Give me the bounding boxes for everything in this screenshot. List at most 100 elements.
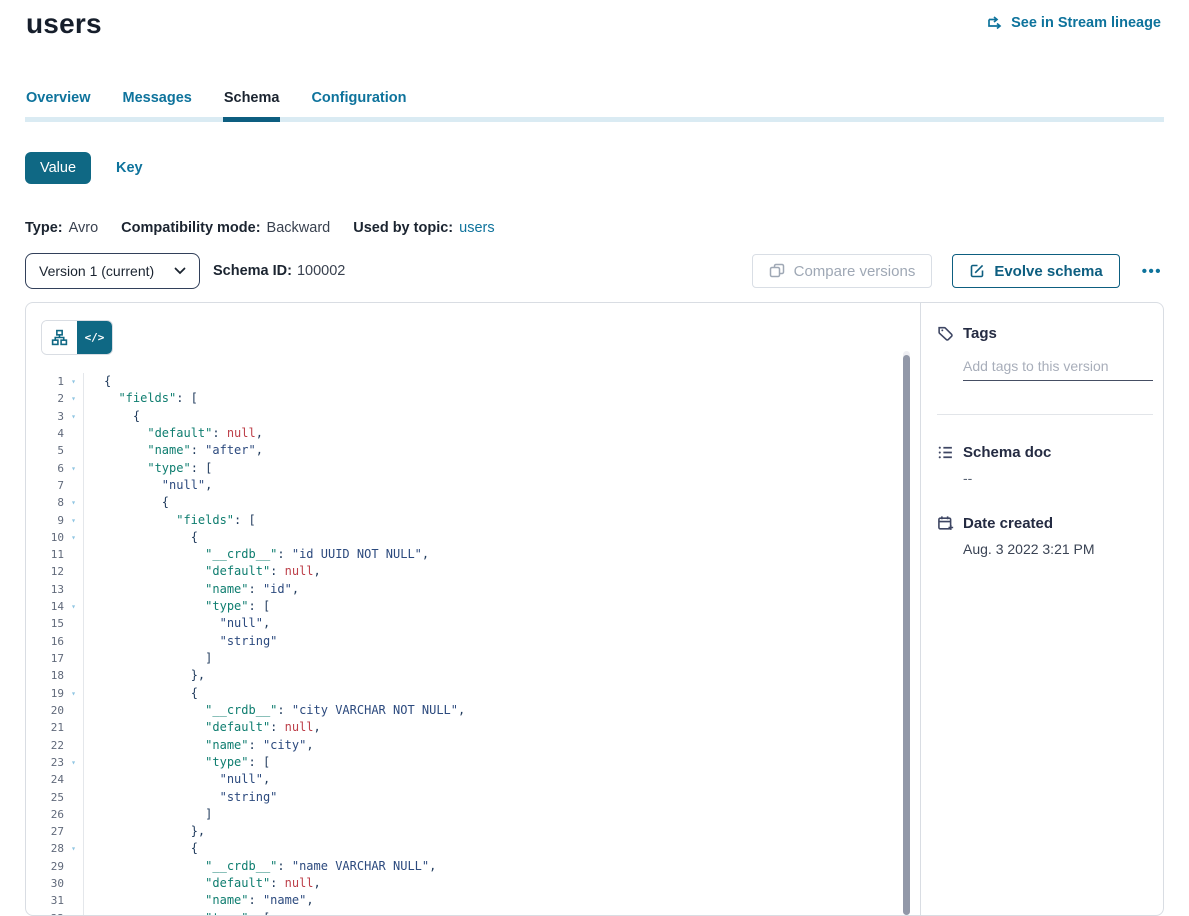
code-text: "fields": [ <box>84 390 198 407</box>
code-text: }, <box>84 667 205 684</box>
fold-toggle-icon[interactable]: ▾ <box>64 754 84 771</box>
tab-schema[interactable]: Schema <box>223 90 281 122</box>
fold-toggle-icon[interactable]: ▾ <box>64 840 84 857</box>
version-select[interactable]: Version 1 (current) <box>25 253 200 289</box>
calendar-plus-icon <box>937 515 954 532</box>
tab-messages[interactable]: Messages <box>122 90 193 117</box>
code-line: 16"string" <box>26 633 902 650</box>
fold-slot <box>64 789 84 806</box>
fold-slot <box>64 563 84 580</box>
fold-slot <box>64 667 84 684</box>
fold-slot <box>64 581 84 598</box>
code-line: 11"__crdb__": "id UUID NOT NULL", <box>26 546 902 563</box>
fold-toggle-icon[interactable]: ▾ <box>64 494 84 511</box>
code-editor[interactable]: 1▾{2▾"fields": [3▾{4"default": null,5"na… <box>26 373 902 916</box>
tab-configuration[interactable]: Configuration <box>310 90 407 117</box>
code-line: 17] <box>26 650 902 667</box>
fold-toggle-icon[interactable]: ▾ <box>64 373 84 390</box>
code-line: 29 "__crdb__": "name VARCHAR NULL", <box>26 858 902 875</box>
code-line: 28▾{ <box>26 840 902 857</box>
meta-label: Compatibility mode: <box>121 220 260 236</box>
key-toggle-button[interactable]: Key <box>116 160 143 176</box>
code-line: 7"null", <box>26 477 902 494</box>
fold-toggle-icon[interactable]: ▾ <box>64 910 84 916</box>
line-number: 24 <box>26 771 64 788</box>
topic-link[interactable]: users <box>459 220 494 236</box>
compare-versions-button[interactable]: Compare versions <box>752 254 933 288</box>
fold-toggle-icon[interactable]: ▾ <box>64 390 84 407</box>
line-number: 10 <box>26 529 64 546</box>
chevron-down-icon <box>174 267 186 275</box>
fold-toggle-icon[interactable]: ▾ <box>64 408 84 425</box>
meta-label: Type: <box>25 220 63 236</box>
code-text: "null", <box>84 771 270 788</box>
code-text: "default": null, <box>84 563 321 580</box>
code-view-button[interactable]: </> <box>77 321 112 354</box>
date-created-title: Date created <box>963 515 1053 532</box>
fold-slot <box>64 650 84 667</box>
line-number: 17 <box>26 650 64 667</box>
line-number: 22 <box>26 737 64 754</box>
line-number: 29 <box>26 858 64 875</box>
fold-toggle-icon[interactable]: ▾ <box>64 685 84 702</box>
fold-toggle-icon[interactable]: ▾ <box>64 598 84 615</box>
fold-slot <box>64 875 84 892</box>
fold-toggle-icon[interactable]: ▾ <box>64 512 84 529</box>
code-text: "type": [ <box>84 754 270 771</box>
add-tags-input[interactable] <box>963 356 1153 381</box>
schema-sidebar: Tags Schema doc -- <box>920 303 1164 915</box>
code-line: 10▾{ <box>26 529 902 546</box>
code-text: "name": "name", <box>84 892 314 909</box>
sidebar-divider <box>937 414 1153 415</box>
line-number: 28 <box>26 840 64 857</box>
code-line: 13"name": "id", <box>26 581 902 598</box>
schema-id-label: Schema ID: <box>213 263 292 279</box>
more-options-button[interactable]: ••• <box>1140 263 1164 280</box>
code-text: { <box>84 529 198 546</box>
fold-slot <box>64 719 84 736</box>
tab-overview[interactable]: Overview <box>25 90 92 117</box>
schema-doc-title: Schema doc <box>963 444 1051 461</box>
fold-toggle-icon[interactable]: ▾ <box>64 460 84 477</box>
line-number: 9 <box>26 512 64 529</box>
evolve-schema-button[interactable]: Evolve schema <box>952 254 1119 288</box>
stream-lineage-icon <box>987 15 1003 31</box>
fold-slot <box>64 477 84 494</box>
code-text: { <box>84 373 111 390</box>
schema-meta-row: Type:AvroCompatibility mode:BackwardUsed… <box>25 220 495 236</box>
code-line: 4 "default": null, <box>26 425 902 442</box>
meta-item: Used by topic:users <box>353 220 494 236</box>
code-line: 20"__crdb__": "city VARCHAR NOT NULL", <box>26 702 902 719</box>
schema-doc-section: Schema doc -- <box>937 444 1153 486</box>
fold-toggle-icon[interactable]: ▾ <box>64 529 84 546</box>
line-number: 30 <box>26 875 64 892</box>
fold-slot <box>64 806 84 823</box>
line-number: 6 <box>26 460 64 477</box>
fold-slot <box>64 892 84 909</box>
code-text: "default": null, <box>84 425 263 442</box>
code-text: }, <box>84 823 205 840</box>
line-number: 23 <box>26 754 64 771</box>
tags-section: Tags <box>937 325 1153 381</box>
code-text: "__crdb__": "id UUID NOT NULL", <box>84 546 429 563</box>
tree-view-button[interactable] <box>42 321 77 354</box>
code-text: "type": [ <box>84 910 270 916</box>
compare-versions-label: Compare versions <box>794 263 916 280</box>
fold-slot <box>64 546 84 563</box>
value-toggle-button[interactable]: Value <box>25 152 91 184</box>
stream-lineage-link[interactable]: See in Stream lineage <box>987 15 1161 31</box>
code-line: 9▾"fields": [ <box>26 512 902 529</box>
code-line: 1▾{ <box>26 373 902 390</box>
fold-slot <box>64 425 84 442</box>
editor-scrollbar-thumb[interactable] <box>903 355 910 915</box>
code-line: 21"default": null, <box>26 719 902 736</box>
code-text: "__crdb__": "name VARCHAR NULL", <box>84 858 436 875</box>
code-line: 2▾"fields": [ <box>26 390 902 407</box>
line-number: 4 <box>26 425 64 442</box>
code-line: 12"default": null, <box>26 563 902 580</box>
code-line: 18}, <box>26 667 902 684</box>
line-number: 20 <box>26 702 64 719</box>
code-line: 30"default": null, <box>26 875 902 892</box>
code-line: 14▾"type": [ <box>26 598 902 615</box>
schema-id: Schema ID:100002 <box>213 263 345 279</box>
